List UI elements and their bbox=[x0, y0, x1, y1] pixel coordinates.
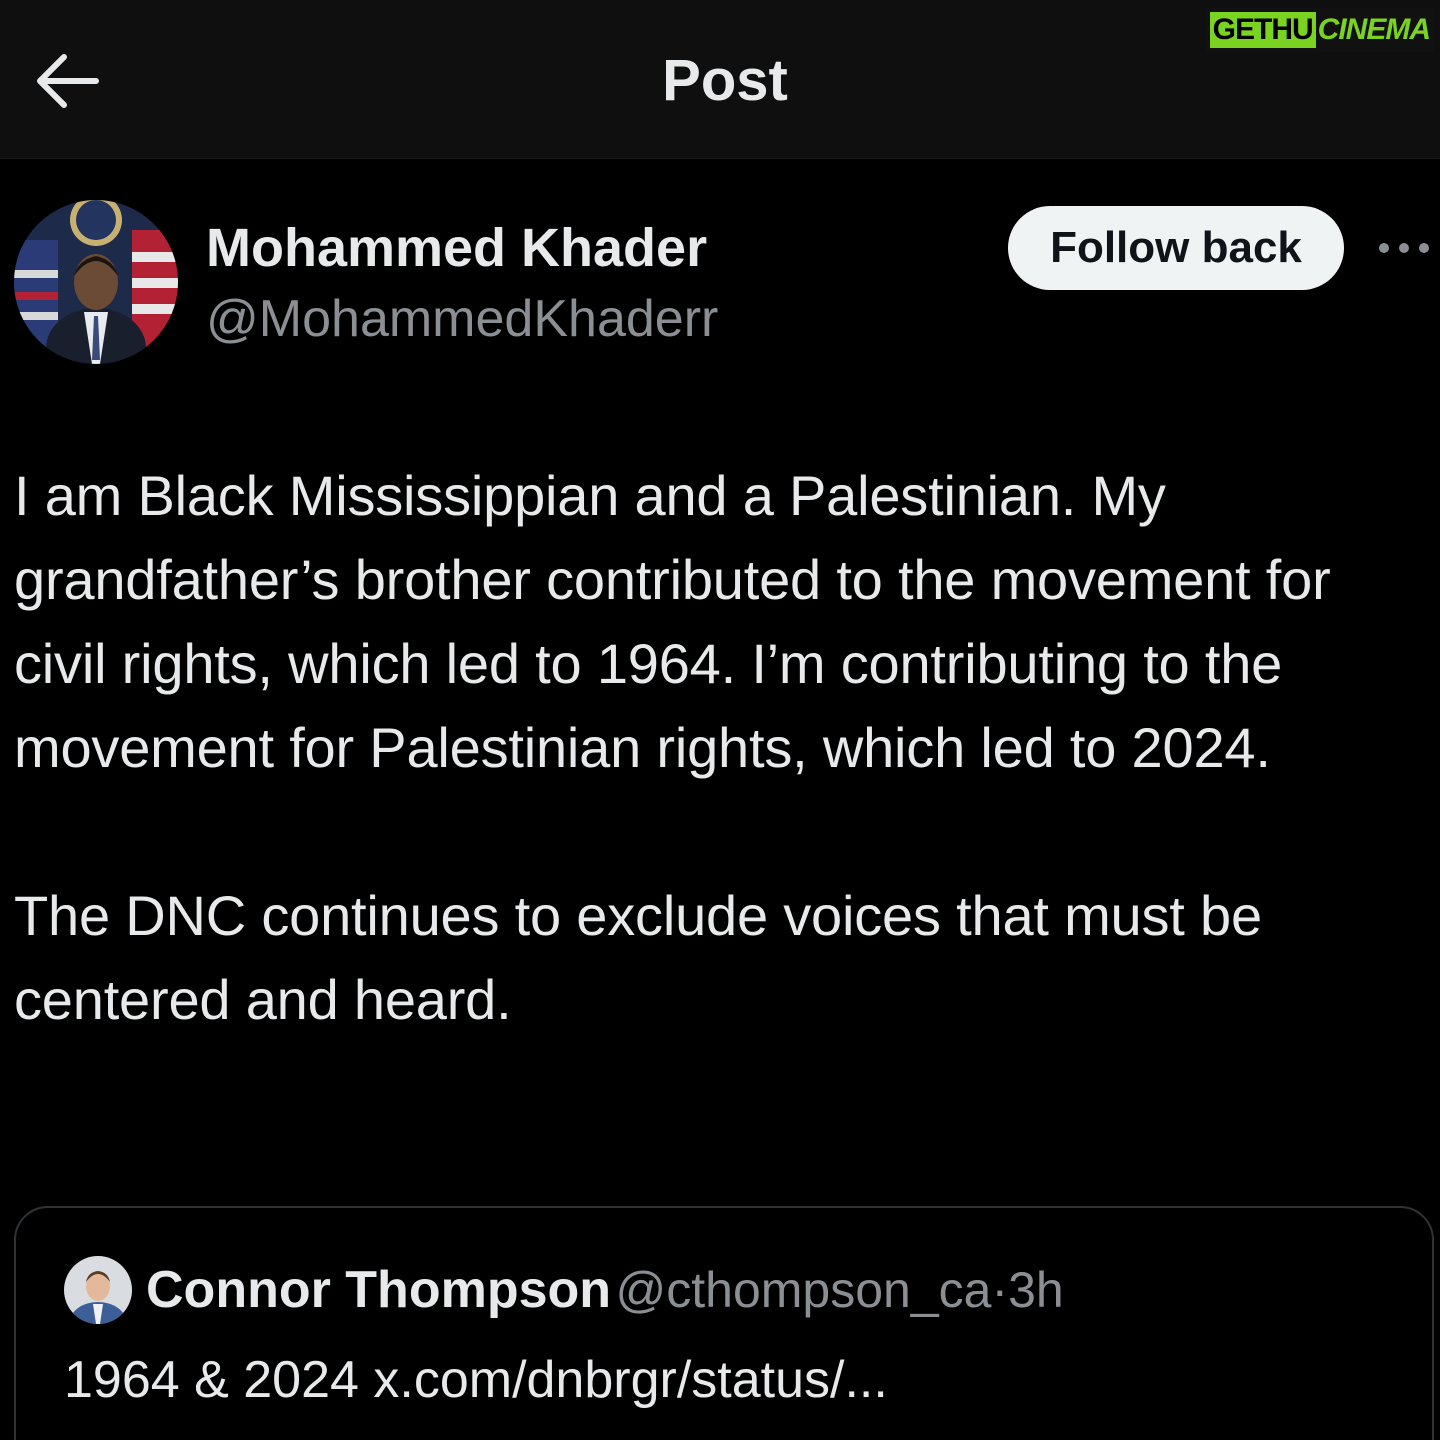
separator-dot: · bbox=[991, 1262, 1009, 1318]
watermark-part-2: CINEMA bbox=[1317, 13, 1431, 46]
author-name[interactable]: Mohammed Khader bbox=[206, 216, 707, 280]
quoted-author-avatar[interactable] bbox=[64, 1256, 132, 1324]
post-paragraph: The DNC continues to exclude voices that… bbox=[14, 884, 1262, 1031]
follow-back-button[interactable]: Follow back bbox=[1008, 206, 1344, 290]
quoted-post[interactable]: Connor Thompson @cthompson_ca·3h 1964 & … bbox=[14, 1206, 1434, 1440]
page-title: Post bbox=[662, 48, 788, 113]
quoted-post-time: 3h bbox=[1008, 1262, 1064, 1318]
watermark-logo: GETHU CINEMA bbox=[1205, 8, 1434, 52]
post-screen: Post GETHU CINEMA Mohammed Khader @Moham… bbox=[0, 0, 1440, 1440]
quoted-author-handle[interactable]: @cthompson_ca bbox=[615, 1262, 991, 1318]
author-avatar[interactable] bbox=[14, 200, 178, 364]
author-handle[interactable]: @MohammedKhaderr bbox=[206, 288, 718, 350]
top-bar: Post GETHU CINEMA bbox=[0, 0, 1440, 159]
post-text: I am Black Mississippian and a Palestini… bbox=[14, 454, 1434, 1042]
more-options-button[interactable] bbox=[1374, 226, 1434, 270]
quoted-post-text: 1964 & 2024 x.com/dnbrgr/status/... bbox=[64, 1351, 888, 1409]
watermark-part-1: GETHU bbox=[1209, 12, 1316, 48]
quoted-author-name[interactable]: Connor Thompson bbox=[146, 1261, 611, 1319]
more-horizontal-icon bbox=[1379, 243, 1429, 253]
quoted-post-header: Connor Thompson @cthompson_ca·3h bbox=[146, 1258, 1064, 1335]
post-paragraph: I am Black Mississippian and a Palestini… bbox=[14, 464, 1331, 779]
